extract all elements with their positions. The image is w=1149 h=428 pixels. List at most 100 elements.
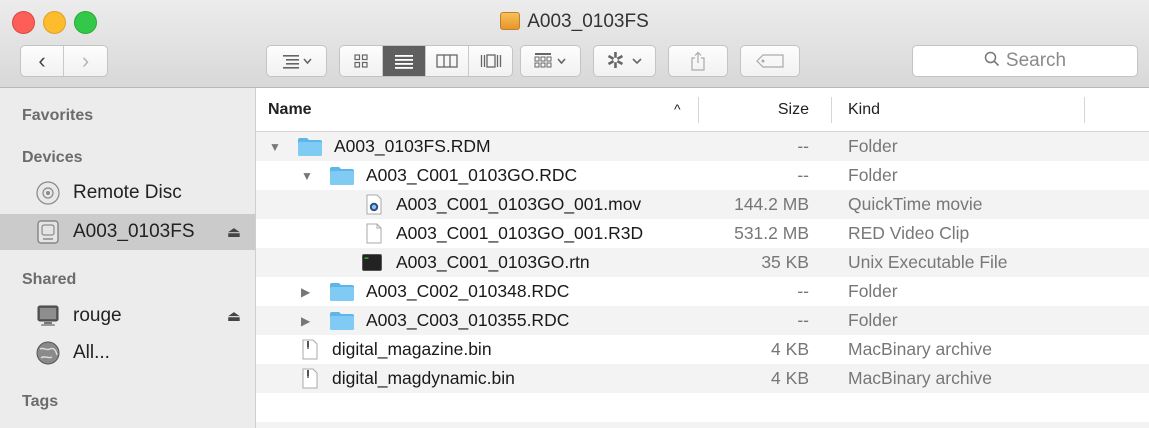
file-kind: RED Video Clip [848, 223, 970, 243]
sidebar-item-remote-disc[interactable]: Remote Disc [0, 175, 255, 211]
column-divider[interactable] [831, 97, 832, 123]
icon-view-button[interactable] [340, 46, 383, 76]
macbinary-archive-icon [302, 368, 318, 389]
file-size: -- [797, 310, 809, 330]
chevron-left-icon: ‹ [38, 48, 46, 73]
tag-icon [756, 54, 784, 68]
file-name: A003_C001_0103GO_001.mov [396, 194, 642, 214]
external-drive-icon [36, 220, 60, 244]
window-title: A003_0103FS [527, 11, 649, 32]
sidebar-header-tags: Tags [22, 393, 59, 410]
disclosure-collapsed-icon[interactable]: ▶ [301, 285, 319, 299]
file-kind: Folder [848, 281, 898, 301]
sidebar-header-devices: Devices [22, 149, 83, 166]
gear-icon: ✲ [606, 48, 625, 73]
file-name: A003_0103FS.RDM [334, 136, 491, 156]
folder-icon [330, 166, 354, 185]
search-icon [984, 51, 1000, 72]
file-name: digital_magdynamic.bin [332, 368, 515, 388]
search-field[interactable]: Search [912, 45, 1138, 77]
finder-window: A003_0103FS ‹ › ✲ Search Favorites Devic… [0, 0, 1149, 428]
file-kind: Unix Executable File [848, 252, 1008, 272]
sidebar: Favorites Devices Remote Disc A003_0103F… [0, 88, 256, 428]
file-kind: Folder [848, 165, 898, 185]
column-header-size[interactable]: Size [778, 88, 809, 131]
list-row-a003-c003-rdc[interactable]: ▶ A003_C003_010355.RDC -- Folder [256, 306, 1149, 335]
list-row-r3d[interactable]: A003_C001_0103GO_001.R3D 531.2 MB RED Vi… [256, 219, 1149, 248]
back-button[interactable]: ‹ [21, 46, 64, 76]
disclosure-collapsed-icon[interactable]: ▶ [301, 314, 319, 328]
column-header-kind[interactable]: Kind [848, 88, 880, 131]
file-name: A003_C003_010355.RDC [366, 310, 570, 330]
file-size: 4 KB [771, 339, 809, 359]
folder-icon [298, 137, 322, 156]
quicktime-movie-icon [366, 194, 382, 215]
sidebar-item-label: All... [73, 342, 110, 363]
group-icon [534, 53, 566, 68]
column-header-name[interactable]: Name [268, 88, 312, 131]
cover-flow-button[interactable] [469, 46, 512, 76]
toolbar: A003_0103FS ‹ › ✲ Search [0, 0, 1149, 88]
file-size: 4 KB [771, 368, 809, 388]
sidebar-header-favorites: Favorites [22, 107, 94, 124]
columns-icon [436, 54, 458, 68]
file-kind: QuickTime movie [848, 194, 983, 214]
document-icon [366, 223, 382, 244]
column-divider[interactable] [698, 97, 699, 123]
file-name: A003_C002_010348.RDC [366, 281, 570, 301]
share-icon [691, 51, 705, 71]
eject-icon[interactable]: ⏏ [227, 307, 241, 325]
sidebar-item-label: rouge [73, 305, 122, 326]
list-row-a003-0103fs-rdm[interactable]: ▼ A003_0103FS.RDM -- Folder [256, 132, 1149, 161]
forward-button[interactable]: › [64, 46, 107, 76]
list-arrange-icon [282, 55, 312, 69]
file-name: A003_C001_0103GO.rtn [396, 252, 590, 272]
sidebar-item-all[interactable]: All... [0, 335, 255, 371]
arrange-menu-button[interactable] [266, 45, 327, 77]
action-menu-button[interactable]: ✲ [593, 45, 656, 77]
chevron-down-icon [632, 58, 642, 65]
sidebar-item-label: A003_0103FS [73, 221, 195, 242]
macbinary-archive-icon [302, 339, 318, 360]
disc-icon [36, 181, 60, 205]
file-list: Name ^ Size Kind ▼ A003_0103FS.RDM -- Fo… [256, 88, 1149, 428]
file-kind: MacBinary archive [848, 368, 992, 388]
view-mode-control [339, 45, 513, 77]
edit-tags-button[interactable] [740, 45, 800, 77]
disclosure-expanded-icon[interactable]: ▼ [269, 140, 287, 154]
file-size: 531.2 MB [734, 223, 809, 243]
drive-icon [500, 12, 521, 30]
terminal-executable-icon [362, 254, 382, 271]
list-row-a003-c002-rdc[interactable]: ▶ A003_C002_010348.RDC -- Folder [256, 277, 1149, 306]
grid-icon [354, 54, 368, 68]
folder-icon [330, 282, 354, 301]
list-row-digital-magdynamic[interactable]: digital_magdynamic.bin 4 KB MacBinary ar… [256, 364, 1149, 393]
list-icon [395, 55, 413, 69]
list-view-button[interactable] [383, 46, 426, 76]
file-name: A003_C001_0103GO_001.R3D [396, 223, 644, 243]
sidebar-item-a003-0103fs[interactable]: A003_0103FS ⏏ [0, 214, 255, 250]
list-row-rtn[interactable]: A003_C001_0103GO.rtn 35 KB Unix Executab… [256, 248, 1149, 277]
eject-icon[interactable]: ⏏ [227, 223, 241, 241]
network-globe-icon [36, 341, 60, 365]
empty-row [256, 422, 1149, 428]
computer-icon [36, 304, 60, 328]
list-row-digital-magazine[interactable]: digital_magazine.bin 4 KB MacBinary arch… [256, 335, 1149, 364]
group-menu-button[interactable] [520, 45, 581, 77]
column-divider[interactable] [1084, 97, 1085, 123]
file-kind: Folder [848, 310, 898, 330]
file-size: 144.2 MB [734, 194, 809, 214]
list-row-a003-c001-rdc[interactable]: ▼ A003_C001_0103GO.RDC -- Folder [256, 161, 1149, 190]
share-button[interactable] [668, 45, 728, 77]
list-row-mov[interactable]: A003_C001_0103GO_001.mov 144.2 MB QuickT… [256, 190, 1149, 219]
column-view-button[interactable] [426, 46, 469, 76]
file-size: -- [797, 136, 809, 156]
cover-flow-icon [480, 54, 501, 68]
sidebar-item-label: Remote Disc [73, 182, 182, 203]
sort-ascending-icon[interactable]: ^ [674, 88, 681, 131]
file-name: digital_magazine.bin [332, 339, 492, 359]
search-placeholder: Search [1005, 50, 1067, 71]
sidebar-item-rouge[interactable]: rouge ⏏ [0, 298, 255, 334]
empty-row [256, 393, 1149, 422]
disclosure-expanded-icon[interactable]: ▼ [301, 169, 319, 183]
